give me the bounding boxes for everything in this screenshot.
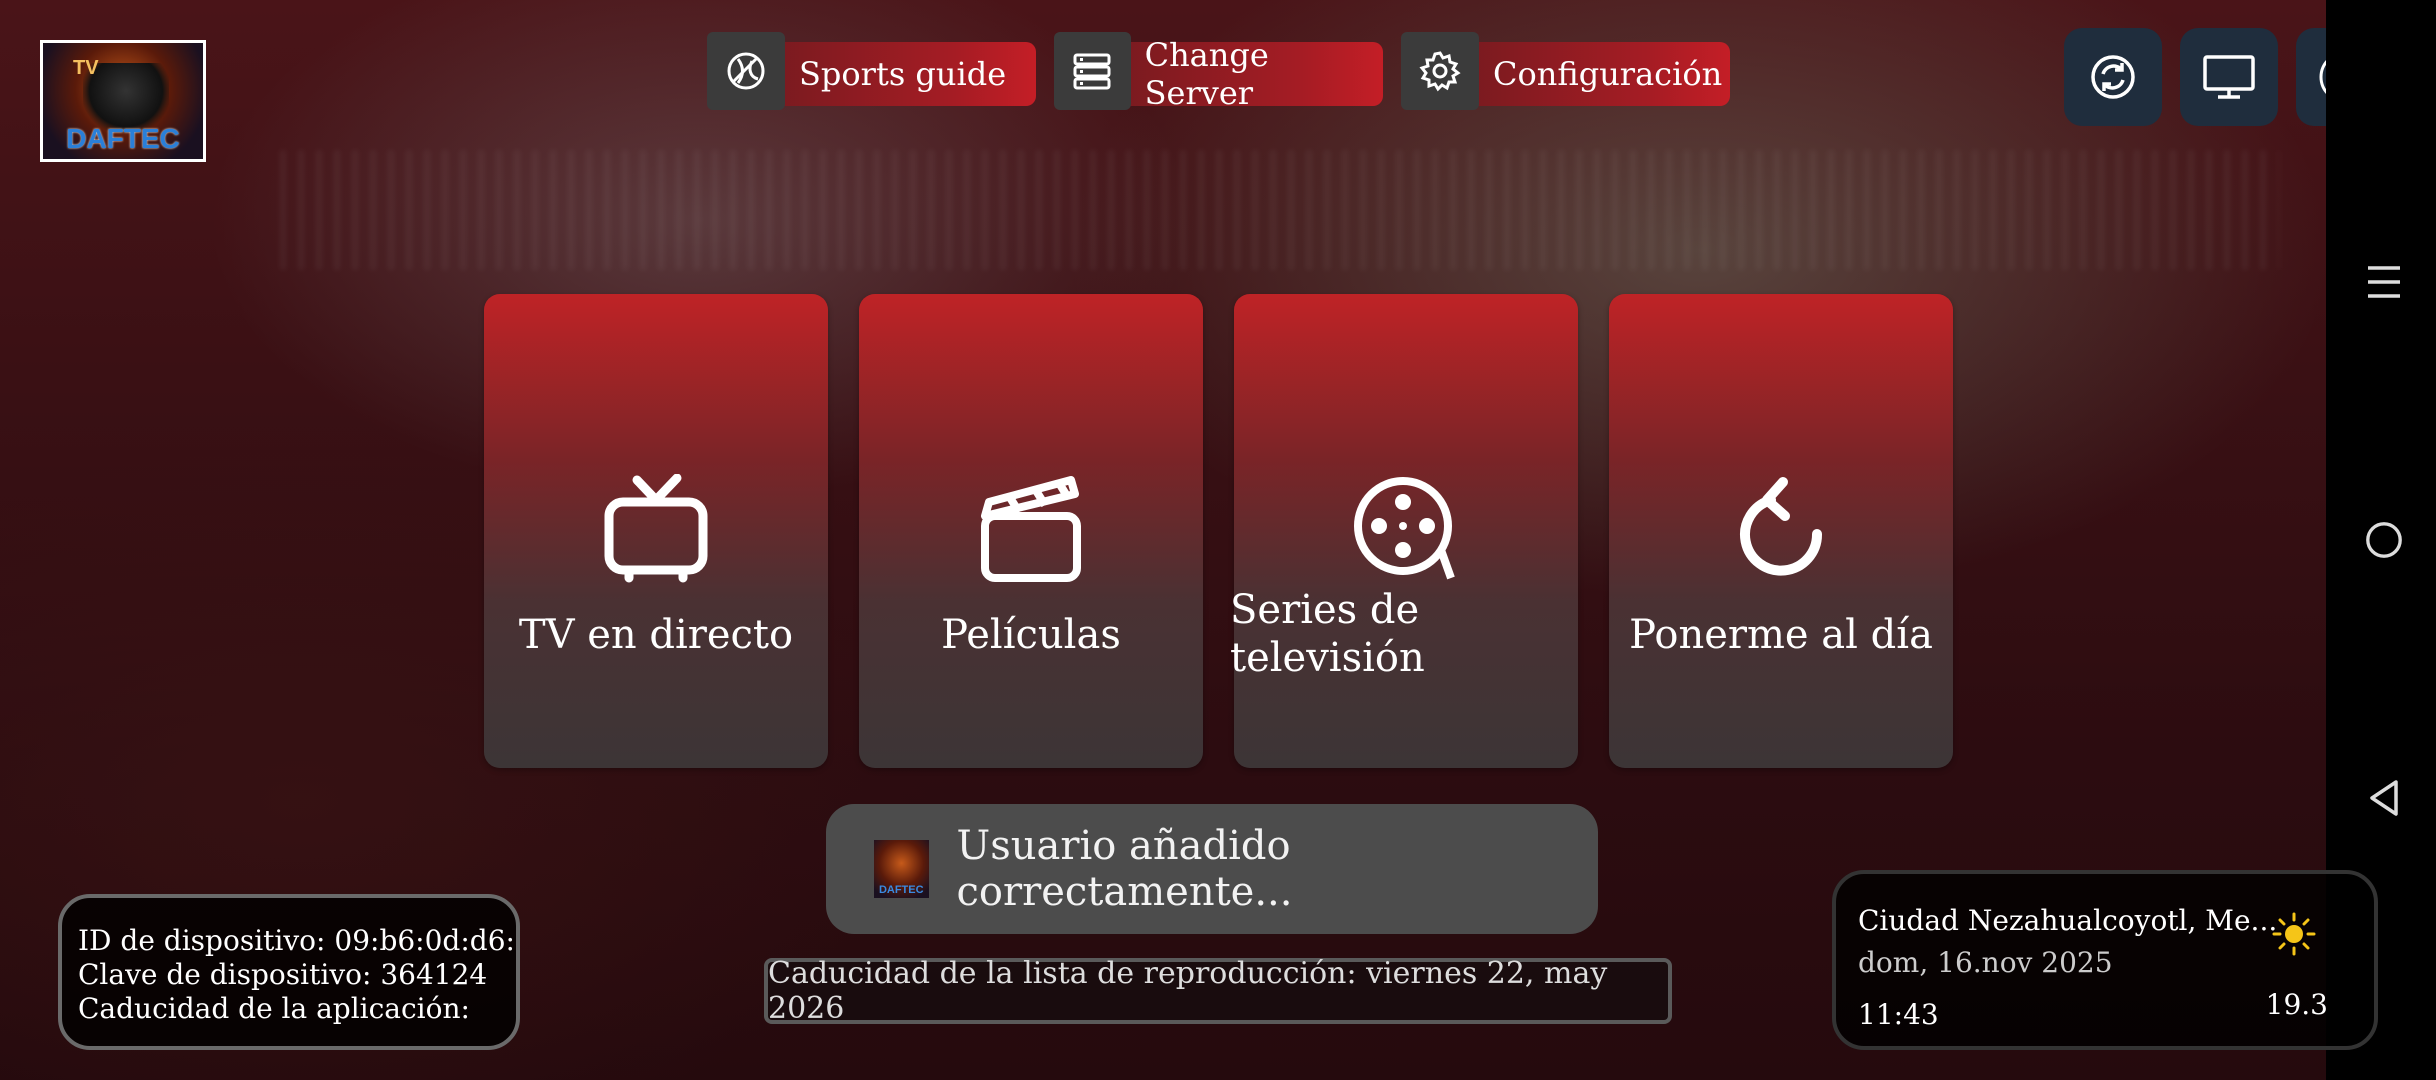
refresh-icon	[2091, 55, 2135, 99]
weather-widget: Ciudad Nezahualcoyotl, Me... dom, 16.nov…	[1832, 870, 2378, 1050]
tile-movies-label: Películas	[941, 612, 1121, 658]
playlist-expiry: Caducidad de la lista de reproducción: v…	[764, 956, 1672, 1026]
sports-guide-label: Sports guide	[799, 55, 1007, 93]
background-stadium-lights	[280, 150, 2280, 270]
settings-label: Configuración	[1493, 55, 1723, 93]
refresh-button[interactable]	[2064, 28, 2162, 126]
app-expiry: Caducidad de la aplicación:	[78, 992, 470, 1025]
device-id: ID de dispositivo: 09:b6:0d:d6:...	[78, 924, 516, 957]
toast-app-icon-label: DAFTEC	[878, 884, 924, 896]
tile-catch-up[interactable]: Ponerme al día	[1609, 294, 1953, 768]
film-reel-icon	[1234, 474, 1578, 584]
tile-catch-up-label: Ponerme al día	[1629, 612, 1933, 658]
tile-live-tv[interactable]: TV en directo	[484, 294, 828, 768]
weather-city: Ciudad Nezahualcoyotl, Me...	[1858, 904, 2278, 937]
toast-notification: DAFTEC Usuario añadido correctamente...	[826, 804, 1598, 934]
change-server-label: Change Server	[1144, 36, 1269, 112]
clapperboard-icon	[859, 474, 1203, 584]
sun-icon	[2272, 912, 2316, 960]
sports-ball-icon	[707, 31, 785, 110]
playlist-expiry-text: Caducidad de la lista de reproducción: v…	[768, 956, 1608, 1026]
device-key: Clave de dispositivo: 364124	[78, 958, 488, 991]
device-info-panel: ID de dispositivo: 09:b6:0d:d6:... Clave…	[58, 894, 520, 1050]
monitor-icon	[2203, 55, 2255, 99]
tile-movies[interactable]: Películas	[859, 294, 1203, 768]
logo-tv-mark: TV	[73, 57, 99, 79]
home-circle-icon[interactable]	[2364, 520, 2404, 560]
toast-message: Usuario añadido correctamente...	[956, 823, 1293, 915]
gear-icon	[1401, 31, 1479, 110]
weather-time: 11:43	[1858, 998, 1939, 1031]
app-icon: DAFTEC	[874, 840, 929, 898]
monitor-button[interactable]	[2180, 28, 2278, 126]
replay-icon	[1609, 474, 1953, 584]
tile-tv-series-label: Series de televisión	[1230, 587, 1425, 681]
logo-brand-text: DAFTEC	[66, 123, 180, 154]
change-server-button[interactable]: Change Server	[1054, 31, 1383, 112]
server-list-icon	[1054, 31, 1131, 110]
app-logo: TV DAFTEC	[40, 40, 206, 162]
settings-button[interactable]: Configuración	[1401, 31, 1730, 110]
sports-guide-button[interactable]: Sports guide	[707, 31, 1036, 110]
back-triangle-icon[interactable]	[2364, 778, 2404, 818]
tile-live-tv-label: TV en directo	[518, 612, 794, 658]
weather-date: dom, 16.nov 2025	[1858, 946, 2113, 979]
weather-temperature: 19.3	[2265, 988, 2328, 1021]
menu-icon[interactable]	[2364, 262, 2404, 302]
tile-tv-series[interactable]: Series de televisión	[1230, 294, 1578, 768]
tv-icon	[484, 474, 828, 584]
